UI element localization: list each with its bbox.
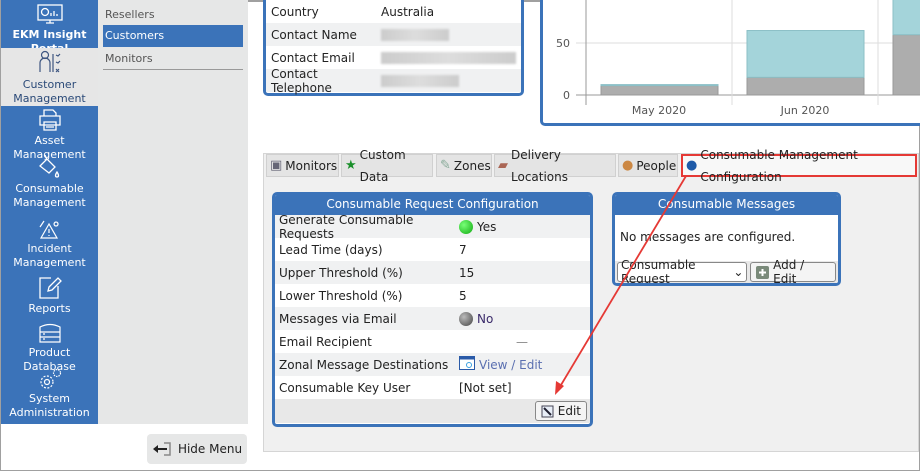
- annotation-arrow: [555, 175, 687, 395]
